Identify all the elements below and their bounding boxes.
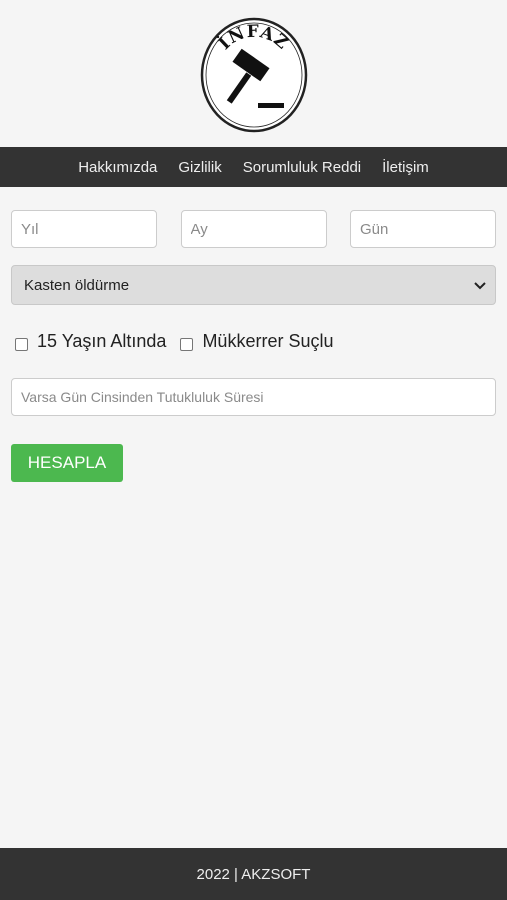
detention-row [11, 378, 496, 416]
crime-select[interactable]: Kasten öldürme [11, 265, 496, 305]
chevron-down-icon [474, 282, 486, 290]
repeat-offender-label: Mükkerrer Suçlu [202, 331, 334, 351]
under15-checkbox[interactable] [15, 338, 28, 351]
repeat-offender-option[interactable]: Mükkerrer Suçlu [180, 331, 333, 352]
sentence-form: Kasten öldürme 15 Yaşın Altında Mükkerre… [0, 210, 507, 482]
main-nav: Hakkımızda Gizlilik Sorumluluk Reddi İle… [0, 147, 507, 187]
under15-label: 15 Yaşın Altında [37, 331, 167, 351]
checkbox-row: 15 Yaşın Altında Mükkerrer Suçlu [11, 331, 496, 352]
day-input[interactable] [350, 210, 496, 248]
nav-about[interactable]: Hakkımızda [78, 159, 157, 176]
nav-privacy[interactable]: Gizlilik [178, 159, 221, 176]
month-input[interactable] [180, 210, 327, 248]
footer: 2022 | AKZSOFT [0, 848, 507, 900]
date-row [11, 210, 496, 248]
calculate-button[interactable]: HESAPLA [11, 444, 123, 482]
infaz-logo: İNFAZ [200, 17, 307, 132]
header: İNFAZ [0, 0, 507, 147]
under15-option[interactable]: 15 Yaşın Altında [15, 331, 166, 352]
repeat-offender-checkbox[interactable] [180, 338, 194, 351]
crime-select-wrapper: Kasten öldürme [11, 265, 496, 305]
detention-days-input[interactable] [11, 378, 496, 416]
crime-select-value: Kasten öldürme [24, 276, 130, 294]
nav-disclaimer[interactable]: Sorumluluk Reddi [243, 159, 361, 176]
footer-text: 2022 | AKZSOFT [196, 865, 311, 883]
year-input[interactable] [11, 210, 157, 248]
nav-contact[interactable]: İletişim [382, 159, 429, 176]
